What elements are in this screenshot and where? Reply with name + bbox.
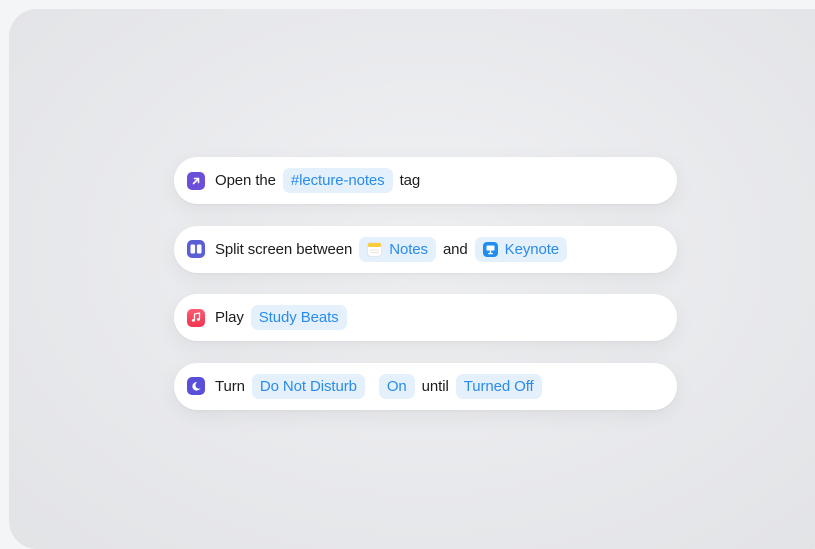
split-screen-icon [187, 240, 205, 258]
app-token-keynote[interactable]: Keynote [474, 236, 568, 262]
playlist-token[interactable]: Study Beats [250, 305, 347, 330]
keynote-app-icon [482, 241, 498, 257]
app-token-label: Notes [389, 240, 428, 258]
action-text: and [442, 240, 468, 258]
action-split-screen[interactable]: Split screen between Notes and Keynote [174, 225, 677, 273]
shortcut-panel: Open the #lecture-notes tag Split screen… [9, 9, 815, 549]
action-open-tag[interactable]: Open the #lecture-notes tag [174, 157, 677, 204]
until-token[interactable]: Turned Off [455, 373, 542, 399]
state-token-label: On [386, 377, 407, 395]
action-text: tag [399, 172, 421, 189]
action-focus-mode[interactable]: Turn Do Not Disturb On until Turned Off [174, 362, 677, 410]
tag-token-label: #lecture-notes [290, 172, 385, 189]
until-token-label: Turned Off [463, 377, 534, 395]
action-text: Turn [215, 377, 245, 395]
focus-mode-token-label: Do Not Disturb [259, 377, 357, 395]
focus-mode-token[interactable]: Do Not Disturb [251, 373, 365, 399]
action-text: Split screen between [215, 240, 353, 258]
action-text: Open the [215, 172, 276, 189]
action-play-music[interactable]: Play Study Beats [174, 294, 677, 341]
music-note-icon [187, 308, 205, 327]
arrow-up-right-icon [187, 171, 205, 190]
state-token[interactable]: On [378, 373, 415, 399]
app-token-label: Keynote [504, 240, 560, 258]
action-list: Open the #lecture-notes tag Split screen… [174, 157, 677, 431]
notes-app-icon [367, 241, 383, 257]
app-token-notes[interactable]: Notes [359, 236, 436, 262]
moon-icon [187, 377, 205, 395]
action-text: Play [215, 309, 244, 326]
action-text: until [421, 377, 449, 395]
tag-token[interactable]: #lecture-notes [282, 168, 393, 193]
playlist-token-label: Study Beats [258, 309, 339, 326]
